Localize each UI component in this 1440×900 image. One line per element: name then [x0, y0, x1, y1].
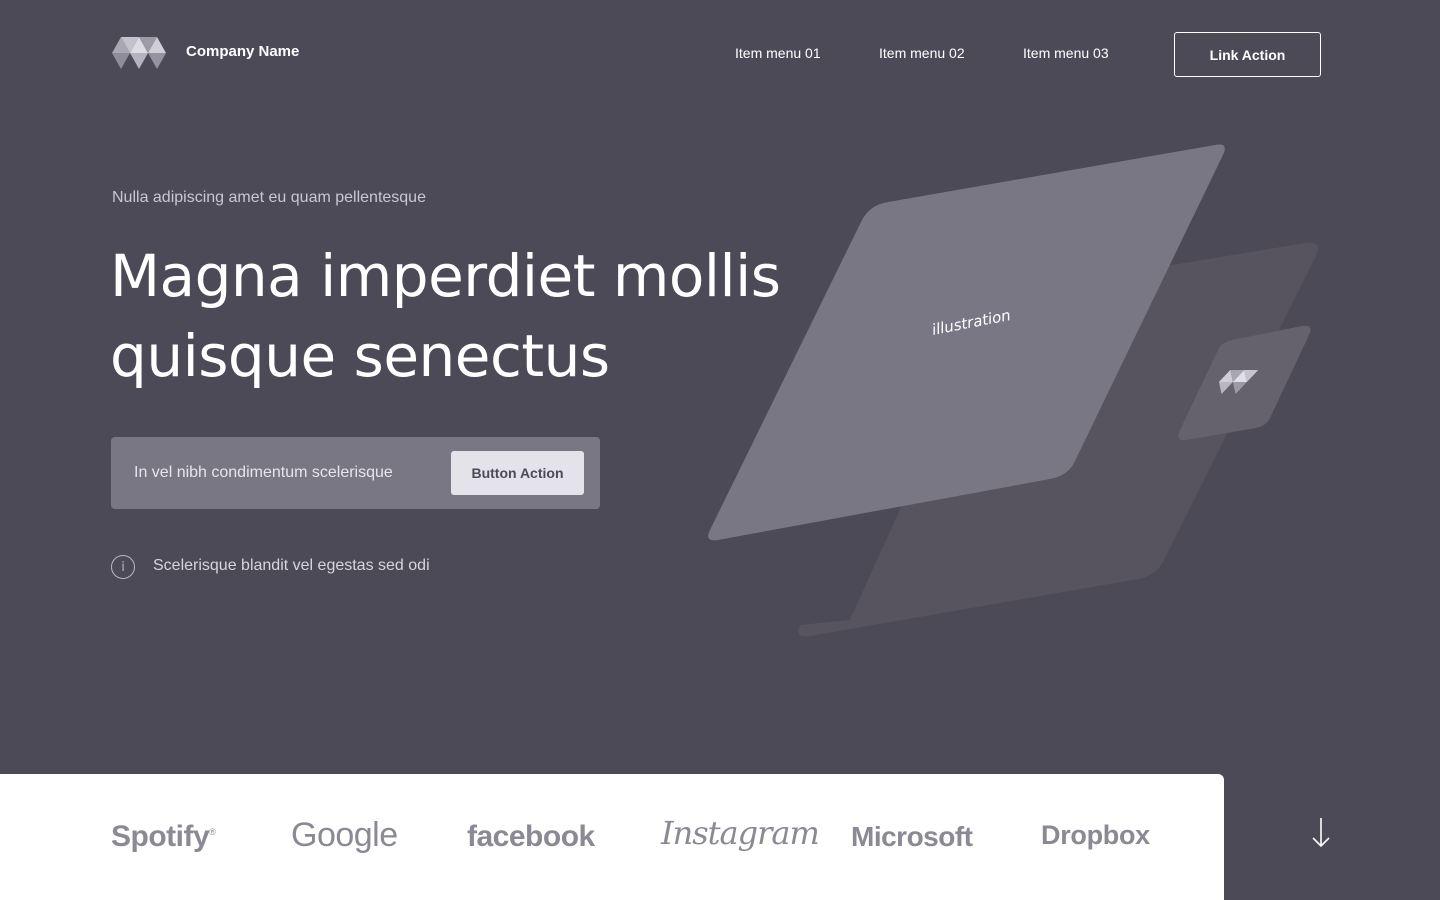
nav-item-03[interactable]: Item menu 03 [1023, 45, 1109, 61]
info-icon: i [111, 555, 135, 579]
nav-item-01[interactable]: Item menu 01 [735, 45, 821, 61]
brand-dropbox: Dropbox [1041, 820, 1150, 850]
hero-title-line-2: quisque senectus [110, 322, 610, 390]
company-name[interactable]: Company Name [186, 43, 299, 60]
hero-title: Magna imperdiet mollis quisque senectus [110, 236, 790, 396]
hero-title-line-1: Magna imperdiet mollis [110, 242, 781, 310]
signup-form: Button Action [111, 437, 600, 509]
nav-item-02[interactable]: Item menu 02 [879, 45, 965, 61]
signup-input[interactable] [123, 451, 443, 495]
brand-spotify: Spotify® [111, 820, 216, 853]
brand-facebook: facebook [467, 820, 595, 853]
brand-bar: Spotify® Google facebook Instagram Micro… [0, 774, 1224, 900]
hero-eyebrow: Nulla adipiscing amet eu quam pellentesq… [112, 189, 426, 206]
logo-icon[interactable] [112, 37, 168, 69]
button-action[interactable]: Button Action [451, 451, 584, 495]
link-action-button[interactable]: Link Action [1174, 32, 1321, 77]
brand-google: Google [291, 816, 398, 854]
hero-illustration: illustration [708, 144, 1318, 637]
arrow-down-icon[interactable] [1308, 816, 1334, 850]
site-header: Company Name Item menu 01 Item menu 02 I… [0, 0, 1440, 110]
brand-instagram: Instagram [661, 814, 820, 852]
info-text: Scelerisque blandit vel egestas sed odi [153, 557, 430, 574]
brand-microsoft: Microsoft [851, 821, 973, 852]
brand-spotify-registered-mark: ® [209, 827, 216, 837]
